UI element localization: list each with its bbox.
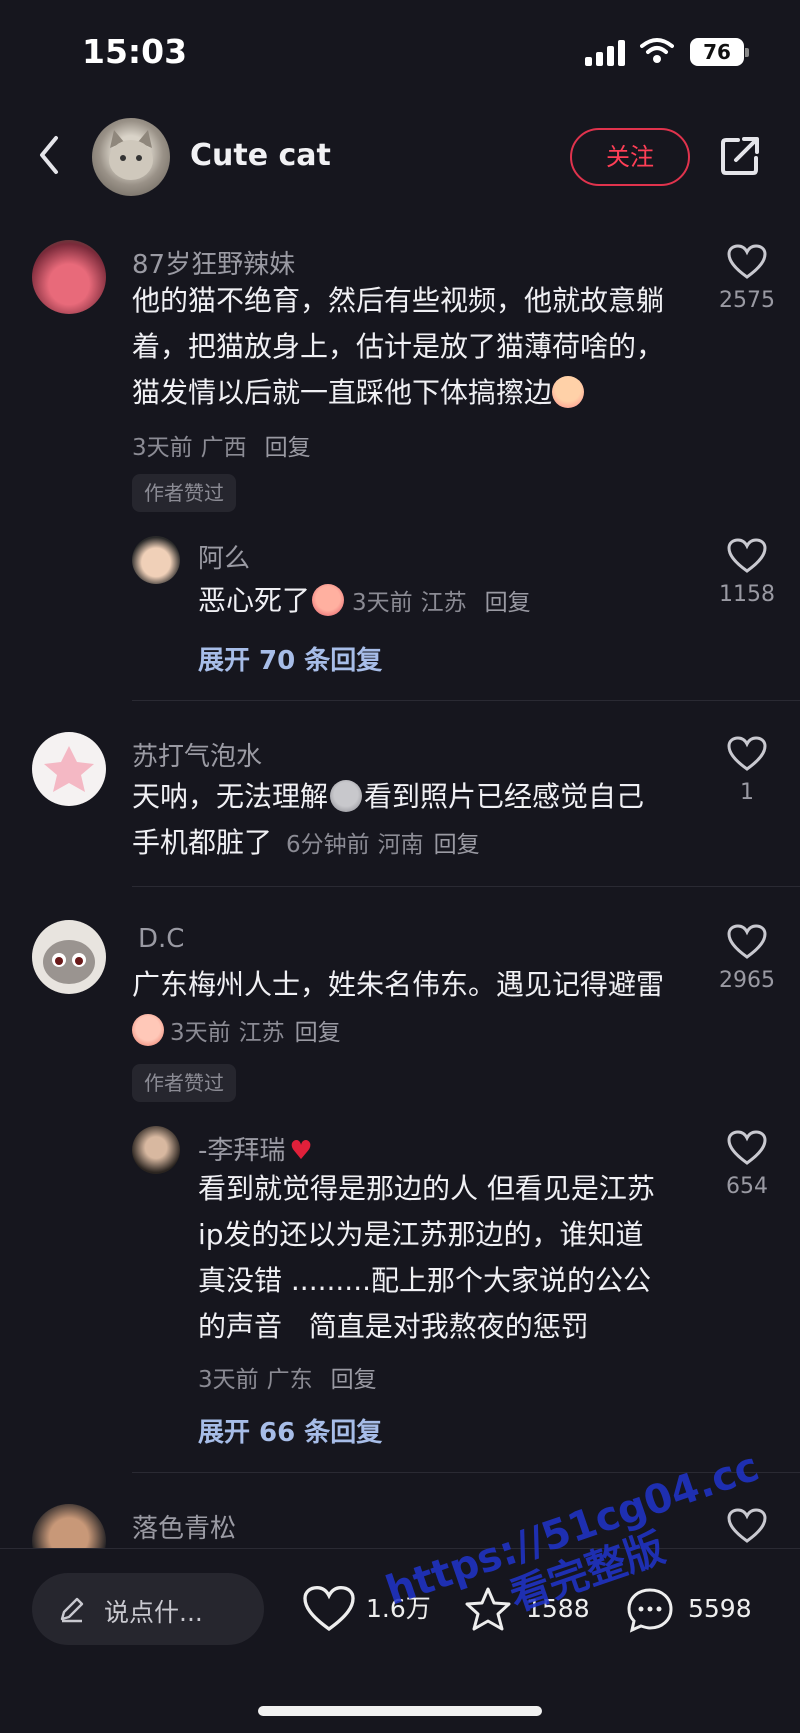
comment-text: 广东梅州人士，姓朱名伟东。遇见记得避雷 3天前 江苏 回复 <box>132 968 665 1046</box>
like-button[interactable]: 2575 <box>702 244 792 313</box>
like-count: 1 <box>740 780 754 805</box>
heart-icon <box>727 924 767 959</box>
expand-replies-button[interactable]: 展开 66 条回复 <box>198 1412 382 1449</box>
comment-region: 河南 <box>377 832 424 858</box>
reply-avatar[interactable] <box>132 536 180 584</box>
comment-total: 5598 <box>688 1594 752 1623</box>
comment-region: 广西 <box>200 435 247 461</box>
commenter-avatar[interactable] <box>32 920 106 994</box>
comment-region: 江苏 <box>238 1020 285 1046</box>
heart-icon <box>727 244 767 279</box>
home-indicator <box>258 1706 542 1716</box>
commenter-name[interactable]: 87岁狂野辣妹 <box>132 244 295 281</box>
comment-bubble-icon <box>627 1588 673 1633</box>
heart-icon <box>727 1130 767 1165</box>
grinning-emoji-icon <box>132 1014 164 1046</box>
heart-icon <box>727 736 767 771</box>
reply-author-name[interactable]: -李拜瑞 ♥ <box>198 1130 313 1167</box>
reply-time: 3天前 <box>198 1367 259 1393</box>
comment-text: 天呐，无法理解 看到照片已经感觉自己 手机都脏了 6分钟前 河南 回复 <box>132 780 645 859</box>
reply-meta: 3天前 广东 回复 <box>198 1360 385 1394</box>
like-count: 654 <box>726 1174 768 1199</box>
commenter-name[interactable]: 苏打气泡水 <box>132 736 262 773</box>
follow-button[interactable]: 关注 <box>570 128 690 186</box>
like-count: 1158 <box>719 582 775 607</box>
reply-text: 看到就觉得是那边的人 但看见是江苏 ip发的还以为是江苏那边的，谁知道 真没错 … <box>198 1172 655 1343</box>
comment-time: 3天前 <box>132 435 193 461</box>
reply-button[interactable]: 回复 <box>485 590 531 616</box>
pencil-icon <box>60 1597 84 1623</box>
like-count: 2575 <box>719 288 775 313</box>
cellular-signal-icon <box>585 40 627 66</box>
expand-replies-button[interactable]: 展开 70 条回复 <box>198 640 382 677</box>
wifi-icon <box>640 38 674 63</box>
comment-divider <box>132 700 800 701</box>
comment-input[interactable]: 说点什... <box>32 1573 264 1645</box>
reply-region: 江苏 <box>420 590 467 616</box>
comment-time: 6分钟前 <box>286 832 370 858</box>
reply-region: 广东 <box>266 1367 313 1393</box>
crying-emoji-icon <box>552 376 585 408</box>
reply-time: 3天前 <box>352 590 413 616</box>
reply-author-name[interactable]: 阿么 <box>198 538 250 575</box>
heart-icon <box>727 538 767 573</box>
creator-avatar[interactable] <box>92 118 170 196</box>
crying-face-emoji-icon <box>312 584 345 616</box>
battery-indicator: 76 <box>690 38 749 66</box>
like-button[interactable]: 654 <box>702 1130 792 1199</box>
reply-button[interactable]: 回复 <box>331 1367 377 1393</box>
lips-emoji-icon: ♥ <box>289 1136 313 1166</box>
comment-input-placeholder: 说点什... <box>104 1598 203 1627</box>
status-bar: 15:03 76 <box>0 0 800 110</box>
status-time: 15:03 <box>82 32 188 71</box>
like-button[interactable]: 1158 <box>702 538 792 607</box>
commenter-name[interactable]: D.C <box>138 924 184 954</box>
commenter-avatar[interactable] <box>32 240 106 314</box>
like-button[interactable]: 2965 <box>702 924 792 993</box>
like-count: 2965 <box>719 968 775 993</box>
heart-icon <box>303 1585 355 1632</box>
comment-stat-button[interactable]: 5598 <box>624 1581 774 1637</box>
commenter-avatar[interactable] <box>32 732 106 806</box>
comment-meta: 3天前 广西 回复 <box>132 428 319 462</box>
reply-button[interactable]: 回复 <box>295 1020 341 1046</box>
speechless-emoji-icon <box>330 780 363 812</box>
share-icon[interactable] <box>718 134 762 178</box>
comment-time: 3天前 <box>170 1020 231 1046</box>
commenter-name[interactable]: 落色青松 <box>132 1508 236 1545</box>
reply-button[interactable]: 回复 <box>265 435 311 461</box>
creator-name[interactable]: Cute cat <box>190 138 331 173</box>
comments-header: Cute cat 关注 <box>0 110 800 210</box>
reply-text: 恶心死了 3天前 江苏 回复 <box>198 584 531 617</box>
comment-text: 他的猫不绝育，然后有些视频，他就故意躺 着，把猫放身上，估计是放了猫薄荷啥的， … <box>132 284 665 409</box>
back-arrow-icon[interactable] <box>30 130 70 180</box>
author-liked-badge: 作者赞过 <box>132 474 236 512</box>
reply-avatar[interactable] <box>132 1126 180 1174</box>
reply-button[interactable]: 回复 <box>434 832 480 858</box>
like-button[interactable]: 1 <box>702 736 792 805</box>
author-liked-badge: 作者赞过 <box>132 1064 236 1102</box>
comment-divider <box>132 886 800 887</box>
